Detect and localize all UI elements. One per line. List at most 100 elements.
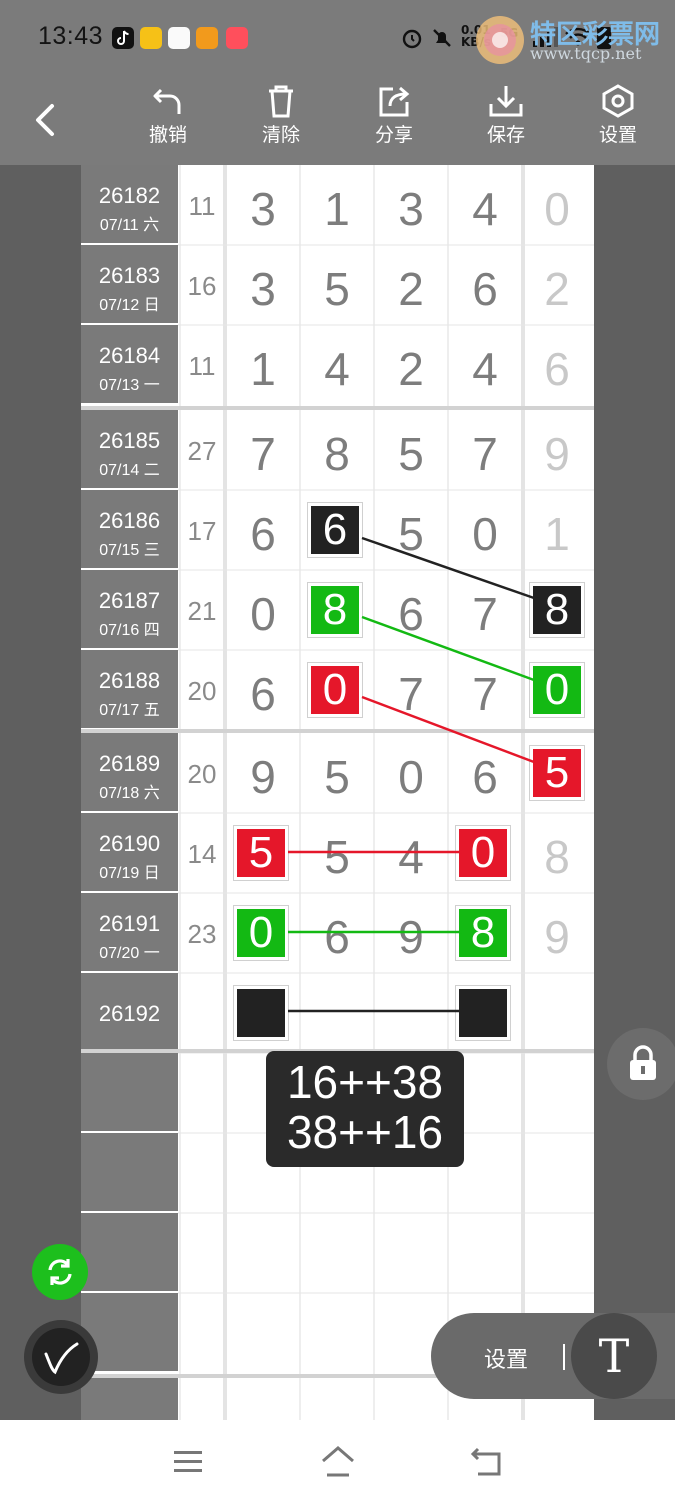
period-number: 26191 (98, 911, 161, 936)
digit-cell[interactable]: 5 (300, 834, 374, 880)
highlight-digit: 8 (470, 908, 496, 957)
refresh-icon (48, 1259, 72, 1285)
digit-cell[interactable]: 1 (300, 186, 374, 232)
share-button[interactable]: 分享 (354, 84, 434, 147)
last-digit-cell[interactable]: 9 (522, 914, 592, 960)
sum-value: 11 (188, 351, 216, 381)
trash-icon (269, 85, 293, 118)
toolbar (0, 75, 675, 165)
sum-value: 14 (187, 839, 217, 869)
digit-cell[interactable]: 0 (226, 591, 300, 637)
period-number: 26186 (98, 508, 161, 533)
pill-settings-label[interactable]: 设置 (484, 1342, 528, 1374)
last-digit-cell[interactable]: 0 (522, 186, 592, 232)
refresh-button[interactable] (32, 1244, 88, 1300)
digit-cell[interactable]: 7 (448, 591, 522, 637)
period-number: 26189 (98, 751, 161, 776)
digit-cell[interactable]: 8 (300, 431, 374, 477)
last-digit-cell[interactable]: 2 (522, 266, 592, 312)
digit-cell[interactable]: 4 (300, 346, 374, 392)
period-date: 07/14 二 (99, 462, 160, 479)
last-digit-cell[interactable]: 6 (522, 346, 592, 392)
digit-cell[interactable]: 4 (448, 346, 522, 392)
digit-cell[interactable]: 3 (226, 186, 300, 232)
digit-cell[interactable]: 7 (448, 431, 522, 477)
last-digit-cell[interactable]: 9 (522, 431, 592, 477)
app-icon-yellow (140, 27, 162, 49)
last-digit-cell[interactable]: 8 (522, 834, 592, 880)
red-highlight-box[interactable]: 0 (308, 663, 362, 717)
digit-cell[interactable]: 9 (374, 914, 448, 960)
highlight-digit: 8 (322, 585, 348, 634)
black-highlight-box[interactable]: 8 (530, 583, 584, 637)
digit-cell[interactable]: 6 (448, 754, 522, 800)
highlight-digit: 5 (248, 828, 274, 877)
digit-cell[interactable]: 5 (300, 266, 374, 312)
period-number: 26184 (98, 343, 161, 368)
menu-icon[interactable] (172, 1448, 204, 1480)
alarm-icon (400, 26, 424, 56)
red-highlight-box[interactable]: 5 (530, 746, 584, 800)
mute-icon (430, 26, 454, 56)
black-highlight-box[interactable]: 6 (308, 503, 362, 557)
digit-cell[interactable]: 6 (374, 591, 448, 637)
period-number: 26182 (98, 183, 161, 208)
period-number: 26185 (98, 428, 161, 453)
digit-cell[interactable]: 9 (226, 754, 300, 800)
sum-value: 20 (187, 759, 217, 789)
green-highlight-box[interactable]: 0 (530, 663, 584, 717)
period-date: 07/12 日 (99, 297, 160, 314)
settings-button[interactable]: 设置 (578, 84, 658, 147)
digit-cell[interactable]: 0 (374, 754, 448, 800)
draw-grid[interactable]: 26182 07/11 六 11 3 1 3 4 0 26183 07/12 日 16 3 5 2 6 2 26… (81, 165, 594, 1420)
digit-cell[interactable]: 6 (300, 914, 374, 960)
clear-button[interactable]: 清除 (241, 84, 321, 147)
right-margin (594, 165, 675, 1420)
pen-icon (44, 1342, 79, 1375)
last-digit-cell[interactable]: 1 (522, 511, 592, 557)
highlight-digit: 6 (322, 505, 348, 554)
period-date: 07/15 三 (99, 542, 160, 559)
digit-cell[interactable]: 6 (226, 511, 300, 557)
pen-button[interactable] (24, 1320, 98, 1394)
digit-cell[interactable]: 5 (374, 511, 448, 557)
digit-cell[interactable]: 3 (226, 266, 300, 312)
text-tool-button[interactable]: T (571, 1313, 657, 1399)
black-highlight-box[interactable] (456, 986, 510, 1040)
back-chevron-icon[interactable] (30, 102, 60, 142)
green-highlight-box[interactable]: 8 (308, 583, 362, 637)
digit-cell[interactable]: 7 (448, 671, 522, 717)
green-highlight-box[interactable]: 8 (456, 906, 510, 960)
settings-label: 设置 (598, 124, 637, 146)
digit-cell[interactable]: 5 (374, 431, 448, 477)
digit-cell[interactable]: 7 (374, 671, 448, 717)
digit-cell[interactable]: 2 (374, 346, 448, 392)
home-icon[interactable] (320, 1445, 356, 1481)
digit-cell[interactable]: 4 (448, 186, 522, 232)
sum-value: 11 (188, 191, 216, 221)
red-highlight-box[interactable]: 0 (456, 826, 510, 880)
back-icon[interactable] (470, 1445, 504, 1481)
undo-button[interactable]: 撤销 (128, 84, 208, 147)
digit-cell[interactable]: 3 (374, 186, 448, 232)
digit-cell[interactable]: 4 (374, 834, 448, 880)
digit-cell[interactable]: 0 (448, 511, 522, 557)
sum-value: 16 (187, 271, 217, 301)
digit-cell[interactable]: 6 (448, 266, 522, 312)
digit-cell[interactable]: 1 (226, 346, 300, 392)
sum-value: 17 (187, 516, 217, 546)
digit-cell[interactable]: 7 (226, 431, 300, 477)
lock-button[interactable] (607, 1028, 675, 1100)
digit-cell[interactable]: 6 (226, 671, 300, 717)
red-highlight-box[interactable]: 5 (234, 826, 288, 880)
save-button[interactable]: 保存 (466, 84, 546, 147)
left-margin (0, 165, 81, 1420)
period-date: 07/20 一 (99, 945, 160, 962)
green-highlight-box[interactable]: 0 (234, 906, 288, 960)
highlight-digit: 5 (544, 748, 570, 797)
highlight-digit (459, 989, 507, 1037)
digit-cell[interactable]: 5 (300, 754, 374, 800)
black-highlight-box[interactable] (234, 986, 288, 1040)
period-number: 26188 (98, 668, 161, 693)
digit-cell[interactable]: 2 (374, 266, 448, 312)
